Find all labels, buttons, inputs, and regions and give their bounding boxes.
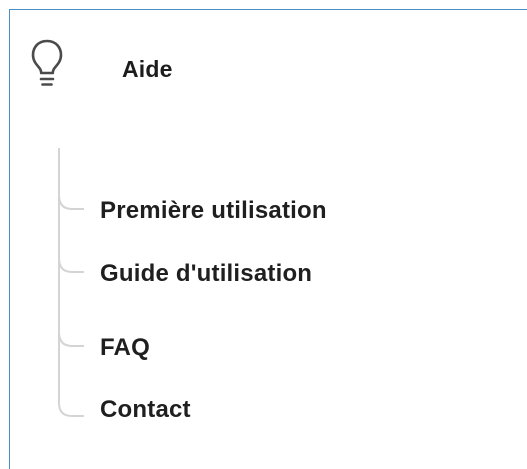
section-title: Aide — [122, 56, 173, 82]
tree-connector-lines — [58, 148, 84, 417]
menu-item-guide-utilisation[interactable]: Guide d'utilisation — [100, 260, 312, 288]
help-menu: Première utilisation Guide d'utilisation… — [56, 148, 516, 428]
menu-item-premiere-utilisation[interactable]: Première utilisation — [100, 197, 327, 225]
menu-item-faq[interactable]: FAQ — [100, 334, 150, 362]
menu-item-contact[interactable]: Contact — [100, 396, 191, 424]
lightbulb-icon — [30, 38, 64, 94]
